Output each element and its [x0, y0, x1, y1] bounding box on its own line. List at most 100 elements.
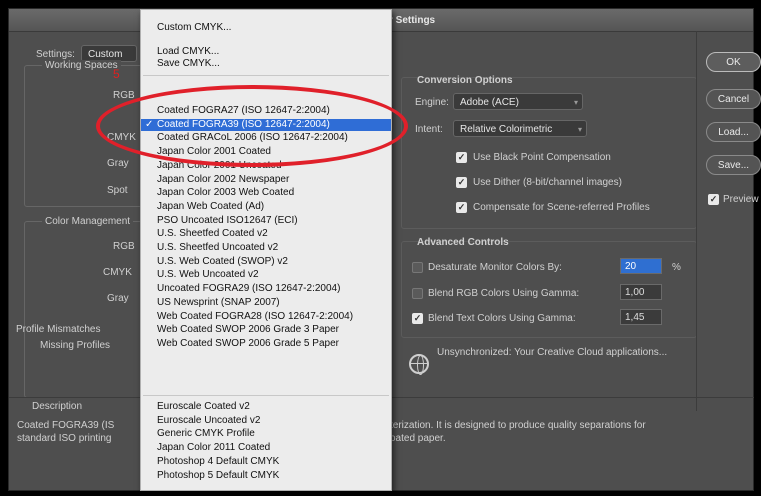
- menu-item-profile[interactable]: U.S. Sheetfed Coated v2: [141, 228, 391, 240]
- description-line1-right: cterization. It is designed to produce q…: [385, 420, 646, 431]
- menu-item-profile[interactable]: U.S. Web Uncoated v2: [141, 269, 391, 281]
- menu-item-profile[interactable]: ✓ Coated FOGRA39 (ISO 12647-2:2004): [141, 119, 391, 131]
- menu-item-label: Photoshop 5 Default CMYK: [157, 470, 280, 481]
- menu-item-label: U.S. Sheetfed Coated v2: [157, 228, 268, 239]
- checkmark-icon: ✓: [145, 119, 154, 130]
- chevron-down-icon: ▾: [573, 98, 578, 107]
- chevron-down-icon: ▾: [577, 125, 582, 134]
- save-button[interactable]: Save...: [706, 155, 761, 175]
- desaturate-unit: %: [672, 262, 681, 273]
- sync-message: Unsynchronized: Your Creative Cloud appl…: [437, 347, 668, 358]
- menu-item-profile[interactable]: Japan Web Coated (Ad): [141, 201, 391, 213]
- menu-item-other-profile[interactable]: Generic CMYK Profile: [141, 428, 391, 440]
- menu-item-profile[interactable]: US Newsprint (SNAP 2007): [141, 297, 391, 309]
- intent-label: Intent:: [415, 124, 443, 135]
- menu-item-label: Japan Color 2001 Coated: [157, 146, 271, 157]
- description-line2-left: standard ISO printing: [17, 433, 112, 444]
- preview-label: Preview: [723, 194, 759, 205]
- menu-separator: [143, 395, 389, 396]
- ws-gray-label: Gray: [107, 158, 129, 169]
- cmyk-profile-menu: Custom CMYK... Load CMYK... Save CMYK... Co…: [140, 9, 392, 491]
- ok-button[interactable]: OK: [706, 52, 761, 72]
- dither-label: Use Dither (8-bit/channel images): [473, 177, 622, 188]
- menu-item-label: Coated FOGRA39 (ISO 12647-2:2004): [157, 119, 330, 130]
- conversion-options-header: Conversion Options: [417, 75, 513, 86]
- ws-rgb-label: RGB: [113, 90, 135, 101]
- blend-rgb-input[interactable]: 1,00: [620, 284, 662, 300]
- description-header: Description: [32, 401, 83, 412]
- menu-item-label: Euroscale Uncoated v2: [157, 415, 261, 426]
- menu-item-other-profile[interactable]: Euroscale Uncoated v2: [141, 415, 391, 427]
- menu-item-label: Uncoated FOGRA29 (ISO 12647-2:2004): [157, 283, 341, 294]
- working-spaces-header: Working Spaces: [42, 60, 121, 71]
- divider: [696, 31, 697, 411]
- menu-item-label: Web Coated FOGRA28 (ISO 12647-2:2004): [157, 311, 354, 322]
- desaturate-input[interactable]: 20: [620, 258, 662, 274]
- menu-item-label: Photoshop 4 Default CMYK: [157, 456, 280, 467]
- ws-cmyk-label: CMYK: [107, 132, 136, 143]
- menu-item-profile[interactable]: Uncoated FOGRA29 (ISO 12647-2:2004): [141, 283, 391, 295]
- menu-item-profile[interactable]: Japan Color 2003 Web Coated: [141, 187, 391, 199]
- menu-item-label: Japan Color 2003 Web Coated: [157, 187, 295, 198]
- menu-item-profile[interactable]: U.S. Sheetfed Uncoated v2: [141, 242, 391, 254]
- engine-select[interactable]: Adobe (ACE) ▾: [453, 93, 583, 110]
- desaturate-value: 20: [625, 261, 637, 272]
- menu-item-profile[interactable]: PSO Uncoated ISO12647 (ECI): [141, 215, 391, 227]
- window-title: r Settings: [389, 15, 436, 26]
- menu-item-top[interactable]: Load CMYK...: [141, 46, 391, 58]
- cm-rgb-label: RGB: [113, 241, 135, 252]
- menu-item-label: Web Coated SWOP 2006 Grade 3 Paper: [157, 324, 339, 335]
- menu-item-label: Japan Web Coated (Ad): [157, 201, 265, 212]
- menu-item-label: Coated FOGRA27 (ISO 12647-2:2004): [157, 105, 330, 116]
- dither-checkbox[interactable]: ✓: [456, 177, 467, 188]
- menu-item-label: Save CMYK...: [157, 58, 220, 69]
- menu-item-profile[interactable]: Web Coated SWOP 2006 Grade 3 Paper: [141, 324, 391, 336]
- menu-item-profile[interactable]: Web Coated SWOP 2006 Grade 5 Paper: [141, 338, 391, 350]
- menu-item-profile[interactable]: Web Coated FOGRA28 (ISO 12647-2:2004): [141, 311, 391, 323]
- scene-referred-label: Compensate for Scene-referred Profiles: [473, 202, 650, 213]
- menu-item-label: Euroscale Coated v2: [157, 401, 250, 412]
- load-button[interactable]: Load...: [706, 122, 761, 142]
- menu-item-other-profile[interactable]: Photoshop 5 Default CMYK: [141, 470, 391, 482]
- menu-item-top[interactable]: Custom CMYK...: [141, 22, 391, 34]
- menu-item-label: Load CMYK...: [157, 46, 220, 57]
- description-line1-left: Coated FOGRA39 (IS: [17, 420, 115, 431]
- blend-text-checkbox[interactable]: ✓: [412, 313, 423, 324]
- blend-rgb-checkbox[interactable]: ✓: [412, 288, 423, 299]
- menu-item-profile[interactable]: Japan Color 2002 Newspaper: [141, 174, 391, 186]
- menu-item-profile[interactable]: Japan Color 2001 Uncoated: [141, 160, 391, 172]
- scene-referred-checkbox[interactable]: ✓: [456, 202, 467, 213]
- cm-gray-label: Gray: [107, 293, 129, 304]
- black-point-label: Use Black Point Compensation: [473, 152, 611, 163]
- engine-value: Adobe (ACE): [460, 97, 519, 108]
- preview-checkbox[interactable]: ✓: [708, 194, 719, 205]
- color-settings-dialog: r Settings Settings: Custom Working Spac…: [8, 8, 761, 491]
- blend-text-input[interactable]: 1,45: [620, 309, 662, 325]
- menu-item-top[interactable]: Save CMYK...: [141, 58, 391, 70]
- engine-label: Engine:: [415, 97, 449, 108]
- menu-item-label: U.S. Web Uncoated v2: [157, 269, 259, 280]
- menu-item-profile[interactable]: U.S. Web Coated (SWOP) v2: [141, 256, 391, 268]
- menu-item-profile[interactable]: Japan Color 2001 Coated: [141, 146, 391, 158]
- menu-item-label: Custom CMYK...: [157, 22, 232, 33]
- menu-item-label: Coated GRACoL 2006 (ISO 12647-2:2004): [157, 132, 348, 143]
- profile-mismatches-label: Profile Mismatches: [16, 324, 101, 335]
- intent-select[interactable]: Relative Colorimetric ▾: [453, 120, 587, 137]
- menu-item-label: Japan Color 2001 Uncoated: [157, 160, 282, 171]
- ws-spot-label: Spot: [107, 185, 128, 196]
- cancel-button[interactable]: Cancel: [706, 89, 761, 109]
- menu-item-other-profile[interactable]: Euroscale Coated v2: [141, 401, 391, 413]
- desaturate-checkbox[interactable]: ✓: [412, 262, 423, 273]
- menu-item-profile[interactable]: Coated GRACoL 2006 (ISO 12647-2:2004): [141, 132, 391, 144]
- globe-icon: [409, 354, 429, 375]
- missing-profiles-label: Missing Profiles: [40, 340, 111, 351]
- blend-text-value: 1,45: [625, 312, 645, 323]
- black-point-checkbox[interactable]: ✓: [456, 152, 467, 163]
- blend-rgb-label: Blend RGB Colors Using Gamma:: [428, 288, 580, 299]
- menu-separator: [143, 75, 389, 76]
- menu-item-other-profile[interactable]: Photoshop 4 Default CMYK: [141, 456, 391, 468]
- menu-item-profile[interactable]: Coated FOGRA27 (ISO 12647-2:2004): [141, 105, 391, 117]
- settings-value: Custom: [88, 49, 123, 60]
- menu-item-label: PSO Uncoated ISO12647 (ECI): [157, 215, 298, 226]
- menu-item-other-profile[interactable]: Japan Color 2011 Coated: [141, 442, 391, 454]
